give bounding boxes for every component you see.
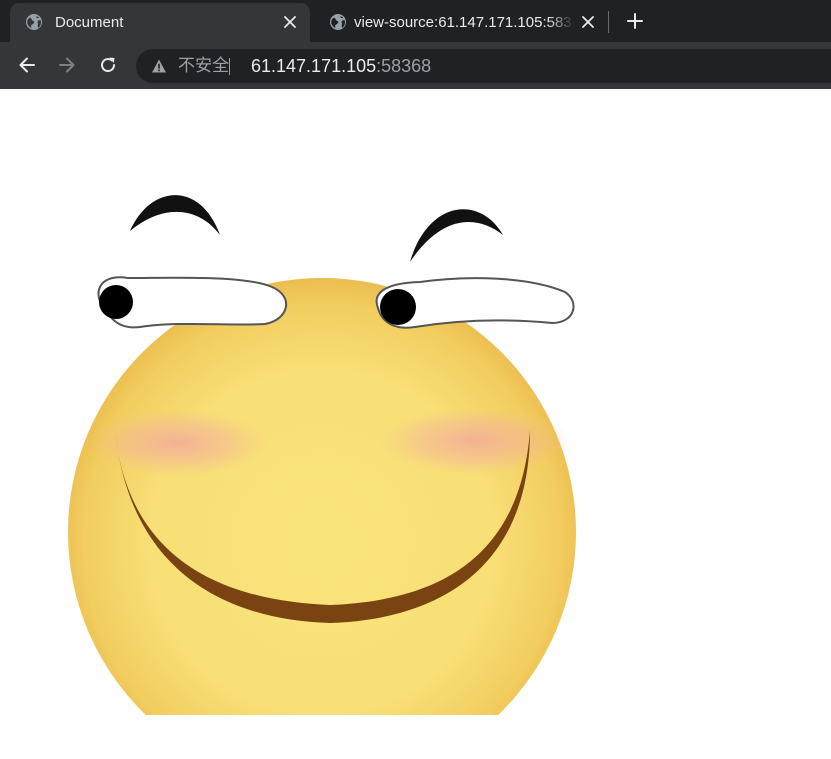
- close-tab-icon[interactable]: [578, 12, 598, 32]
- globe-icon: [329, 13, 347, 31]
- browser-toolbar: 不安全 61.147.171.105:58368: [0, 42, 831, 89]
- face-circle: [68, 278, 576, 715]
- tab-document[interactable]: Document: [10, 3, 310, 42]
- right-eyebrow: [410, 209, 503, 262]
- new-tab-button[interactable]: [624, 10, 646, 32]
- arrow-right-icon: [59, 57, 75, 73]
- forward-button[interactable]: [56, 54, 78, 76]
- right-pupil: [380, 289, 416, 325]
- left-cheek-blush: [88, 409, 268, 477]
- tab-separator: [608, 11, 609, 33]
- plus-icon: [627, 13, 643, 29]
- tab-title: Document: [55, 14, 124, 31]
- page-content: [0, 89, 831, 759]
- warning-triangle-icon[interactable]: [151, 58, 167, 74]
- left-eyebrow: [130, 195, 220, 235]
- url-text[interactable]: 61.147.171.105:58368: [251, 55, 431, 77]
- back-button[interactable]: [16, 54, 38, 76]
- url-host: 61.147.171.105: [251, 56, 377, 76]
- tab-title: view-source:61.147.171.105:58368: [354, 14, 574, 31]
- url-port: :58368: [376, 56, 432, 76]
- address-bar[interactable]: 不安全 61.147.171.105:58368: [136, 49, 831, 83]
- globe-icon: [25, 13, 43, 31]
- arrow-left-icon: [19, 57, 35, 73]
- close-tab-icon[interactable]: [280, 12, 300, 32]
- reload-icon: [101, 57, 116, 73]
- right-cheek-blush: [380, 407, 570, 475]
- tab-view-source[interactable]: view-source:61.147.171.105:58368: [314, 3, 608, 42]
- reload-button[interactable]: [97, 54, 119, 76]
- tab-strip: Document view-source:61.147.171.105:5836…: [0, 0, 831, 42]
- smirking-emoji-image: [68, 195, 576, 715]
- left-pupil: [99, 285, 133, 319]
- address-divider: [229, 58, 230, 75]
- security-status-text[interactable]: 不安全: [178, 56, 229, 76]
